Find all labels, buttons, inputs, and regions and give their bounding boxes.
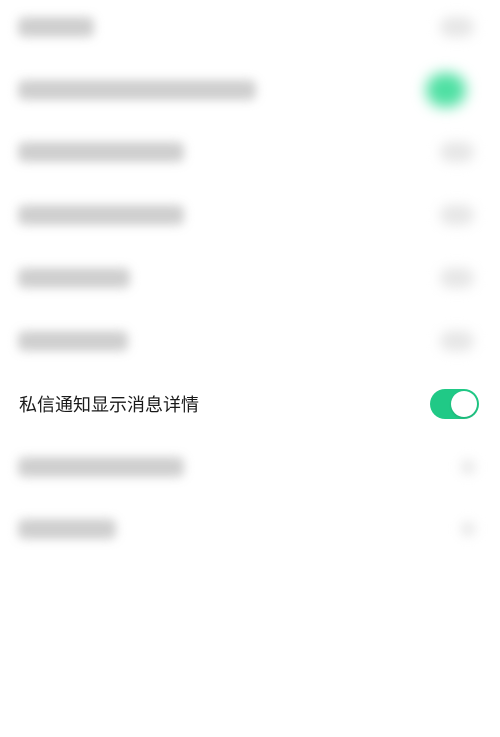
blurred-setting-row	[0, 59, 500, 121]
blurred-toggle-off	[440, 331, 474, 351]
blurred-label	[18, 457, 184, 477]
toggle-knob	[451, 391, 477, 417]
blurred-setting-row	[0, 310, 500, 372]
blurred-setting-row	[0, 0, 500, 58]
settings-screen: 私信通知显示消息详情	[0, 0, 500, 737]
blurred-setting-row	[0, 247, 500, 309]
blurred-setting-row	[0, 498, 500, 560]
blurred-toggle-off	[440, 205, 474, 225]
blurred-setting-row	[0, 184, 500, 246]
blurred-toggle-off	[440, 17, 474, 37]
blurred-label	[18, 519, 116, 539]
blurred-label	[18, 331, 128, 351]
blurred-label	[18, 80, 256, 100]
blurred-toggle-off	[440, 142, 474, 162]
dm-details-toggle[interactable]	[430, 389, 479, 419]
blurred-label	[18, 142, 184, 162]
blurred-toggle-on	[426, 73, 466, 107]
blurred-chevron-icon	[462, 461, 474, 473]
blurred-setting-row	[0, 436, 500, 498]
blurred-label	[18, 268, 130, 288]
blurred-label	[18, 205, 184, 225]
blurred-setting-row	[0, 121, 500, 183]
setting-label: 私信通知显示消息详情	[19, 395, 199, 416]
setting-row-dm-notification-details[interactable]: 私信通知显示消息详情	[0, 373, 500, 435]
blurred-chevron-icon	[462, 523, 474, 535]
blurred-label	[18, 17, 94, 37]
blurred-toggle-off	[440, 268, 474, 288]
